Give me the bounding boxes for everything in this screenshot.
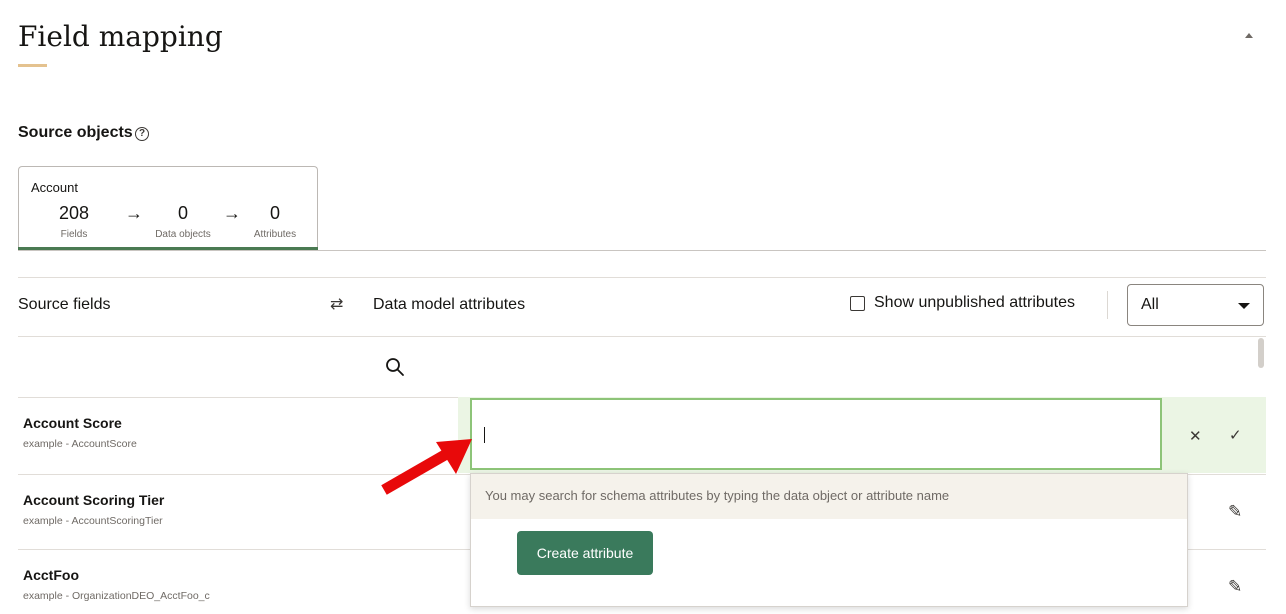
filter-selected-value: All [1141, 296, 1159, 313]
attribute-filter-select[interactable]: All [1127, 284, 1264, 326]
data-objects-count: 0 [177, 203, 188, 223]
show-unpublished-label[interactable]: Show unpublished attributes [874, 294, 1075, 312]
source-object-card-account[interactable]: Account 208 Fields → 0 Data objects → 0 … [18, 166, 318, 249]
attribute-suggestions-dropdown: You may search for schema attributes by … [470, 473, 1188, 607]
divider [1107, 291, 1108, 319]
data-objects-label: Data objects [155, 229, 211, 240]
divider [18, 277, 1266, 278]
help-icon[interactable]: ? [135, 127, 149, 141]
hint-banner: You may search for schema attributes by … [471, 474, 1187, 519]
source-objects-label: Source objects [18, 124, 133, 141]
divider [18, 336, 1266, 337]
arrow-right-icon: → [223, 203, 241, 223]
attribute-search-input[interactable] [470, 398, 1162, 470]
title-underline [18, 64, 47, 67]
fields-label: Fields [60, 229, 88, 240]
red-pointer-arrow-icon [381, 439, 472, 495]
edit-icon[interactable]: ✎ [1228, 502, 1242, 522]
divider [18, 250, 1266, 251]
cancel-icon[interactable]: ✕ [1189, 427, 1202, 445]
row-field-name: AcctFoo [23, 567, 79, 583]
row-field-name: Account Score [23, 415, 122, 431]
attributes-count: 0 [269, 203, 280, 223]
source-fields-header: Source fields [18, 296, 111, 313]
row-field-name: Account Scoring Tier [23, 492, 165, 508]
confirm-icon[interactable]: ✓ [1229, 426, 1242, 444]
attributes-label: Attributes [253, 229, 297, 240]
row-field-example: example - OrganizationDEO_AcctFoo_c [23, 590, 210, 602]
arrow-right-icon: → [125, 203, 143, 223]
hint-text: You may search for schema attributes by … [485, 488, 950, 503]
chevron-down-icon [1238, 303, 1250, 309]
search-icon[interactable] [385, 357, 405, 377]
scrollbar-thumb[interactable] [1258, 338, 1264, 368]
text-caret [484, 427, 485, 443]
card-object-name: Account [31, 180, 78, 195]
show-unpublished-checkbox[interactable] [850, 296, 865, 311]
swap-icon[interactable]: ⇄ [330, 294, 343, 314]
data-model-attributes-header: Data model attributes [373, 296, 526, 313]
page-title: Field mapping [18, 20, 223, 53]
create-attribute-button[interactable]: Create attribute [517, 531, 653, 575]
row-field-example: example - AccountScore [23, 438, 137, 450]
collapse-caret-icon[interactable] [1245, 33, 1253, 38]
edit-icon[interactable]: ✎ [1228, 577, 1242, 597]
row-field-example: example - AccountScoringTier [23, 515, 163, 527]
fields-count: 208 [58, 203, 90, 223]
